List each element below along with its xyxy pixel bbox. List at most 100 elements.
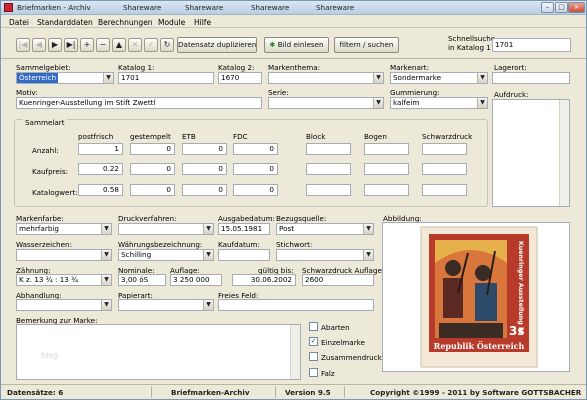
- filter-search-button[interactable]: filtern / suchen: [334, 37, 399, 53]
- einzelmarke-checkbox[interactable]: ✓: [309, 337, 318, 346]
- post-edit-button[interactable]: ✓: [144, 38, 158, 52]
- close-button[interactable]: ×: [568, 2, 585, 13]
- next-record-button[interactable]: ▶: [48, 38, 62, 52]
- prev-record-button[interactable]: ◀: [32, 38, 46, 52]
- aufdruck-scrollbar[interactable]: [559, 100, 569, 206]
- katalogwert-bogen[interactable]: [364, 184, 409, 196]
- menu-standarddaten[interactable]: Standarddaten: [37, 18, 93, 27]
- kaufpreis-gestempelt[interactable]: 0: [130, 163, 175, 175]
- anzahl-schwarzdruck[interactable]: [422, 143, 467, 155]
- sammelart-title: Sammelart: [23, 118, 67, 127]
- chevron-down-icon: ▼: [203, 224, 213, 234]
- refresh-button[interactable]: ↻: [160, 38, 174, 52]
- ausgabedatum-input[interactable]: 15.05.1981: [218, 223, 270, 235]
- minimize-button[interactable]: –: [541, 2, 554, 13]
- nominale-input[interactable]: 3,00 öS: [118, 274, 166, 286]
- markenthema-label: Markenthema:: [268, 63, 321, 72]
- katalog2-label: Katalog 2:: [218, 63, 255, 72]
- markenthema-select[interactable]: ▼: [268, 72, 384, 84]
- wasserzeichen-select[interactable]: ▼: [16, 249, 112, 261]
- serie-select[interactable]: ▼: [268, 97, 384, 109]
- chevron-down-icon: ▼: [101, 275, 111, 285]
- kaufpreis-etb[interactable]: 0: [182, 163, 227, 175]
- anzahl-etb[interactable]: 0: [182, 143, 227, 155]
- gummierung-select[interactable]: kalfeim ▼: [390, 97, 488, 109]
- katalogwert-postfrisch[interactable]: 0.58: [78, 184, 123, 196]
- druckverfahren-select[interactable]: ▼: [118, 223, 214, 235]
- stamp-side-text: Kuenringer Ausstellung im Stift Zwettl: [517, 241, 524, 335]
- add-record-button[interactable]: +: [80, 38, 94, 52]
- auflage-input[interactable]: 3 250 000: [170, 274, 222, 286]
- chevron-down-icon: ▼: [101, 250, 111, 260]
- delete-record-button[interactable]: −: [96, 38, 110, 52]
- read-image-button[interactable]: ✱ Bild einlesen: [264, 37, 329, 53]
- anzahl-gestempelt[interactable]: 0: [130, 143, 175, 155]
- anzahl-postfrisch[interactable]: 1: [78, 143, 123, 155]
- zusammendruck-checkbox[interactable]: [309, 352, 318, 361]
- katalogwert-etb[interactable]: 0: [182, 184, 227, 196]
- menu-datei[interactable]: Datei: [9, 18, 29, 27]
- quicksearch-label-2: in Katalog 1: [448, 43, 491, 52]
- abarten-checkbox[interactable]: [309, 322, 318, 331]
- katalog1-input[interactable]: 1701: [118, 72, 214, 84]
- kaufpreis-bogen[interactable]: [364, 163, 409, 175]
- katalogwert-fdc[interactable]: 0: [233, 184, 278, 196]
- col-schwarzdruck: Schwarzdruck: [422, 132, 473, 141]
- gummierung-label: Gummierung:: [390, 88, 440, 97]
- bemerkung-scrollbar[interactable]: [290, 325, 300, 379]
- aufdruck-label: Aufdruck:: [494, 90, 529, 99]
- stamp-denomination: 3s: [509, 324, 525, 338]
- aufdruck-textarea[interactable]: [492, 99, 570, 207]
- katalogwert-block[interactable]: [306, 184, 351, 196]
- lagerort-input[interactable]: [492, 72, 570, 84]
- waehrung-select[interactable]: Schilling ▼: [118, 249, 214, 261]
- chevron-down-icon: ▼: [101, 224, 111, 234]
- freies-feld-input[interactable]: [218, 299, 374, 311]
- katalog2-input[interactable]: 1670: [218, 72, 262, 84]
- bemerkung-textarea[interactable]: blog: [16, 324, 301, 380]
- falz-checkbox[interactable]: [309, 368, 318, 377]
- chevron-down-icon: ▼: [363, 224, 373, 234]
- waehrung-value: Schilling: [121, 250, 152, 259]
- gueltig-input[interactable]: 30.06.2002: [232, 274, 296, 286]
- first-record-button[interactable]: |◀: [16, 38, 30, 52]
- papierart-select[interactable]: ▼: [118, 299, 214, 311]
- katalogwert-gestempelt[interactable]: 0: [130, 184, 175, 196]
- menu-module[interactable]: Module: [158, 18, 185, 27]
- edit-record-button[interactable]: ▲: [112, 38, 126, 52]
- record-count: Datensätze: 6: [7, 388, 64, 397]
- markenfarbe-select[interactable]: mehrfarbig ▼: [16, 223, 112, 235]
- anzahl-block[interactable]: [306, 143, 351, 155]
- maximize-button[interactable]: □: [555, 2, 568, 13]
- anzahl-bogen[interactable]: [364, 143, 409, 155]
- shareware-label: Shareware: [251, 3, 290, 12]
- kaufpreis-postfrisch[interactable]: 0.22: [78, 163, 123, 175]
- row-katalogwert-label: Katalogwert:: [32, 188, 78, 197]
- markenart-select[interactable]: Sondermarke ▼: [390, 72, 488, 84]
- duplicate-record-button[interactable]: Datensatz duplizieren: [177, 37, 257, 53]
- motiv-input[interactable]: Kuenringer-Ausstellung im Stift Zwettl: [16, 97, 262, 109]
- bezugsquelle-select[interactable]: Post ▼: [276, 223, 374, 235]
- anzahl-fdc[interactable]: 0: [233, 143, 278, 155]
- chevron-down-icon: ▼: [477, 73, 487, 83]
- stichwort-label: Stichwort:: [276, 240, 313, 249]
- cancel-edit-button[interactable]: ✕: [128, 38, 142, 52]
- abhandlung-select[interactable]: ▼: [16, 299, 112, 311]
- zaehnung-select[interactable]: K z. 13 ¾ : 13 ¾ ▼: [16, 274, 112, 286]
- sammelgebiet-select[interactable]: Österreich ▼: [16, 72, 114, 84]
- schwarzdruck-auflage-input[interactable]: 2600: [302, 274, 374, 286]
- quicksearch-input[interactable]: 1701: [492, 38, 571, 52]
- kaufdatum-input[interactable]: [218, 249, 270, 261]
- kaufpreis-fdc[interactable]: 0: [233, 163, 278, 175]
- kaufpreis-block[interactable]: [306, 163, 351, 175]
- stichwort-select[interactable]: ▼: [276, 249, 374, 261]
- katalogwert-schwarzdruck[interactable]: [422, 184, 467, 196]
- chevron-down-icon: ▼: [363, 250, 373, 260]
- abarten-label: Abarten: [321, 323, 350, 332]
- stamp-image-frame[interactable]: Kuenringer Ausstellung im Stift Zwettl 3…: [382, 222, 570, 372]
- person-icon: ✱: [269, 40, 276, 49]
- kaufpreis-schwarzdruck[interactable]: [422, 163, 467, 175]
- menu-berechnungen[interactable]: Berechnungen: [98, 18, 153, 27]
- menu-hilfe[interactable]: Hilfe: [194, 18, 211, 27]
- last-record-button[interactable]: ▶|: [64, 38, 78, 52]
